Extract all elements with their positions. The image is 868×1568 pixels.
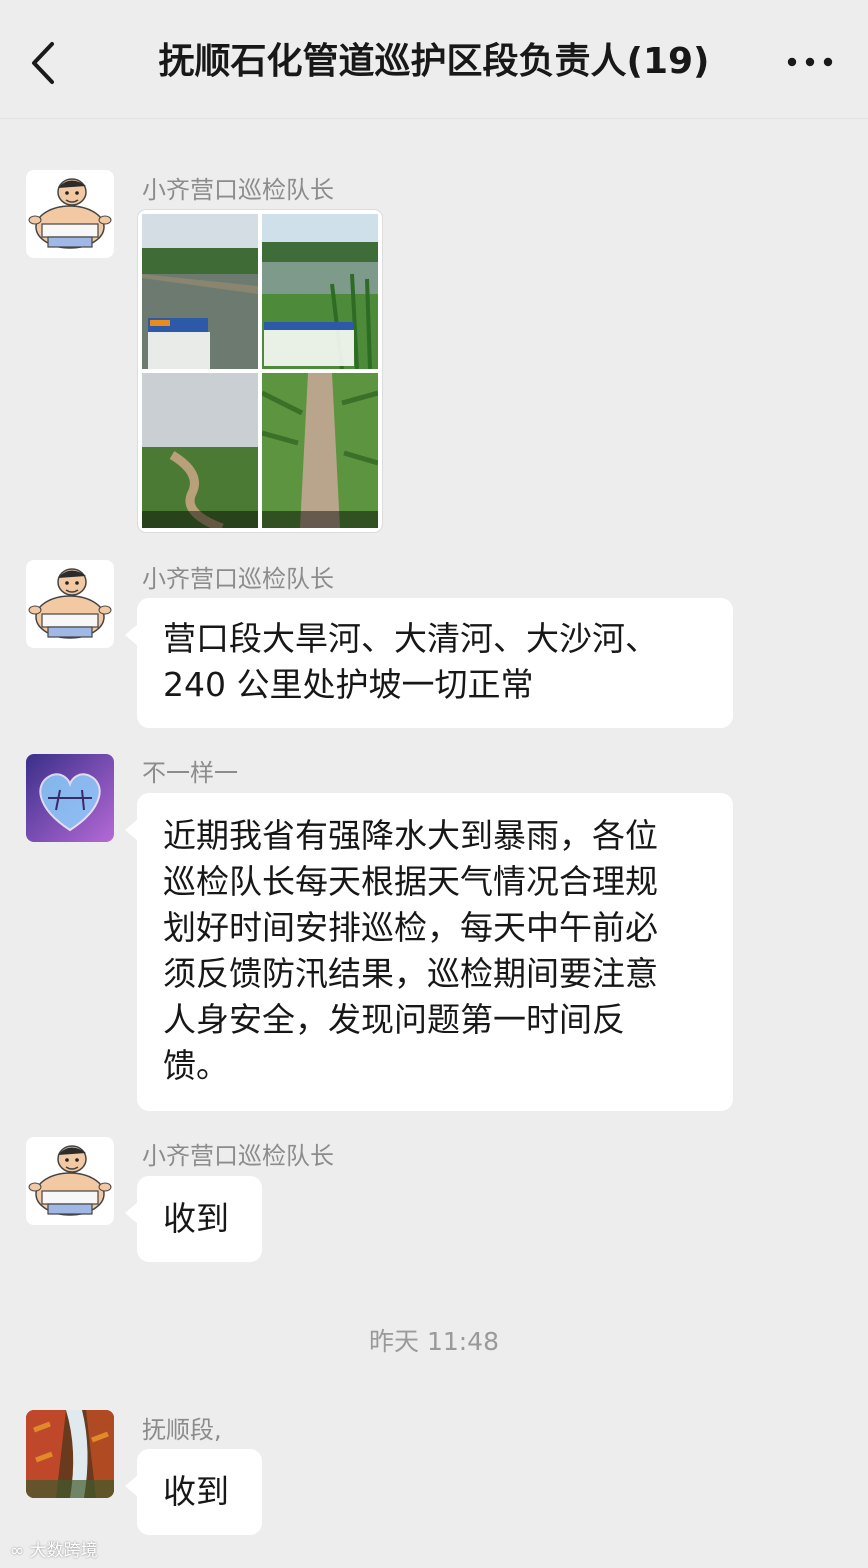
heart-avatar-icon (26, 754, 114, 842)
message-line: 营口段大旱河、大清河、大沙河、 (163, 619, 658, 658)
more-dots-icon (787, 57, 833, 67)
back-button[interactable] (22, 36, 72, 90)
watermark-logo-icon: ∞ (10, 1541, 30, 1561)
message-line: 收到 (163, 1472, 229, 1511)
chat-header: 抚顺石化管道巡护区段负责人(19) (0, 0, 868, 119)
message-bubble[interactable]: 收到 (125, 1449, 262, 1535)
chat-title: 抚顺石化管道巡护区段负责人(19) (158, 41, 710, 82)
sender-avatar[interactable] (26, 1410, 114, 1498)
patrol-photo[interactable] (262, 373, 378, 528)
landscape-avatar-icon (26, 1410, 114, 1498)
message-line: 巡检队长每天根据天气情况合理规 (163, 862, 658, 901)
cartoon-avatar-icon (26, 560, 114, 648)
cartoon-avatar-icon (26, 1137, 114, 1225)
message-line: 馈。 (163, 1046, 229, 1085)
message-line: 人身安全，发现问题第一时间反 (163, 1000, 625, 1039)
message-line: 近期我省有强降水大到暴雨，各位 (163, 816, 658, 855)
message-bubble[interactable]: 近期我省有强降水大到暴雨，各位 巡检队长每天根据天气情况合理规 划好时间安排巡检… (125, 793, 733, 1111)
sender-avatar[interactable] (26, 560, 114, 648)
embankment-photo-icon (262, 373, 378, 528)
pond-photo-icon (262, 214, 378, 369)
cartoon-avatar-icon (26, 170, 114, 258)
sender-name: 小齐营口巡检队长 (142, 176, 334, 204)
time-divider: 昨天 11:48 (369, 1327, 499, 1356)
message-line: 须反馈防汛结果，巡检期间要注意 (163, 954, 658, 993)
message-line: 240 公里处护坡一切正常 (163, 665, 534, 704)
watermark-text: 大数跨境 (29, 1541, 98, 1561)
sender-name: 小齐营口巡检队长 (142, 1142, 334, 1170)
sender-name: 抚顺段, (142, 1416, 222, 1444)
patrol-photo[interactable] (142, 214, 258, 369)
message-bubble[interactable]: 营口段大旱河、大清河、大沙河、 240 公里处护坡一切正常 (125, 598, 733, 728)
patrol-photo[interactable] (262, 214, 378, 369)
more-button[interactable] (782, 40, 838, 84)
patrol-photo[interactable] (142, 373, 258, 528)
sender-avatar[interactable] (26, 754, 114, 842)
message-line: 收到 (163, 1199, 229, 1238)
message-bubble[interactable]: 收到 (125, 1176, 262, 1262)
riverbend-photo-icon (142, 373, 258, 528)
watermark: ∞ 大数跨境 (10, 1540, 98, 1562)
message-line: 划好时间安排巡检，每天中午前必 (163, 908, 658, 947)
sender-avatar[interactable] (26, 1137, 114, 1225)
image-message[interactable] (138, 210, 382, 532)
sender-name: 不一样一 (142, 759, 238, 787)
sender-avatar[interactable] (26, 170, 114, 258)
sender-name: 小齐营口巡检队长 (142, 565, 334, 593)
river-photo-icon (142, 214, 258, 369)
chevron-left-icon (32, 42, 54, 84)
